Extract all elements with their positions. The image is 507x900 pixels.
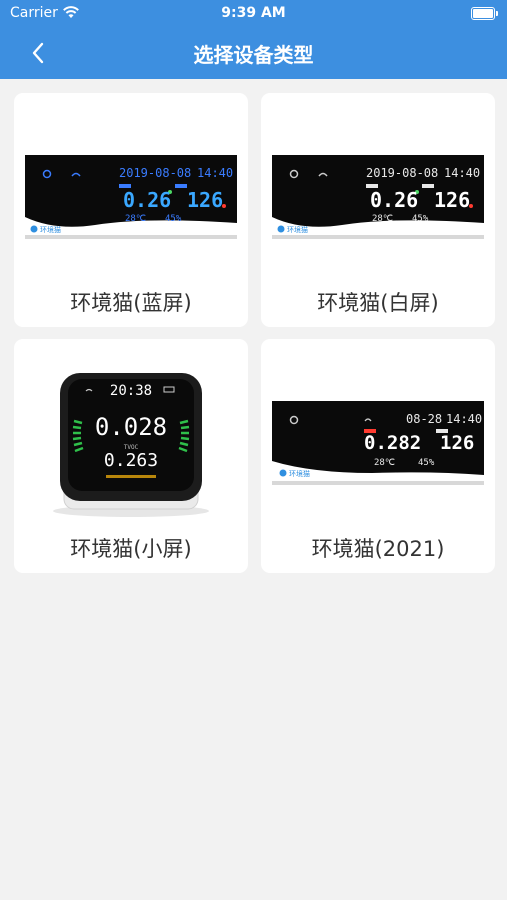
device-label: 环境猫(蓝屏) bbox=[70, 291, 192, 315]
screen-hum: 45% bbox=[412, 214, 429, 224]
screen-date: 08-28 bbox=[406, 412, 442, 426]
screen-pm: 0.26 bbox=[123, 188, 171, 212]
device-image-small-screen: 20:38 0.028 TVOC 0.263 bbox=[53, 373, 209, 517]
screen-temp: 28℃ bbox=[374, 458, 395, 468]
screen-date: 2019-08-08 bbox=[366, 166, 438, 180]
screen-brand: 环境猫 bbox=[40, 225, 61, 234]
device-card-small-screen[interactable]: 20:38 0.028 TVOC 0.263 环境猫(小屏) bbox=[14, 339, 248, 573]
device-label: 环境猫(白屏) bbox=[317, 291, 439, 315]
device-image-2021: 08-28 14:40 0.282 126 28℃ 45% 环境猫 bbox=[272, 401, 484, 485]
page-title: 选择设备类型 bbox=[193, 43, 314, 67]
device-image-blue-screen: 2019-08-08 14:40 0.26 126 28℃ 45% 环境猫 bbox=[25, 155, 237, 239]
screen-clock: 14:40 bbox=[197, 166, 233, 180]
screen-clock: 20:38 bbox=[110, 383, 152, 399]
screen-aqi: 126 bbox=[187, 188, 223, 212]
status-bar: Carrier 9:39 AM bbox=[0, 5, 507, 23]
screen-clock: 14:40 bbox=[446, 412, 482, 426]
screen-hum: 45% bbox=[418, 458, 435, 468]
screen-brand: 环境猫 bbox=[287, 225, 308, 234]
device-card-2021[interactable]: 08-28 14:40 0.282 126 28℃ 45% 环境猫 环境猫(20… bbox=[261, 339, 495, 573]
battery-icon bbox=[471, 7, 498, 20]
screen-aqi: 126 bbox=[434, 188, 470, 212]
screen-date: 2019-08-08 bbox=[119, 166, 191, 180]
screen-tvoc: 0.263 bbox=[104, 450, 158, 471]
device-image-white-screen: 2019-08-08 14:40 0.26 126 28℃ 45% 环境猫 bbox=[272, 155, 484, 239]
device-card-white-screen[interactable]: 2019-08-08 14:40 0.26 126 28℃ 45% 环境猫 环境… bbox=[261, 93, 495, 327]
device-label: 环境猫(2021) bbox=[311, 537, 445, 561]
brand-logo-icon bbox=[279, 469, 287, 477]
brand-logo-icon bbox=[277, 225, 285, 233]
screen-pm: 0.028 bbox=[95, 413, 167, 441]
screen-aqi: 126 bbox=[440, 432, 474, 454]
device-label: 环境猫(小屏) bbox=[70, 537, 192, 561]
nav-bar: Carrier 9:39 AM 选择设备类型 bbox=[0, 0, 507, 79]
screen-clock: 14:40 bbox=[444, 166, 480, 180]
device-card-blue-screen[interactable]: 2019-08-08 14:40 0.26 126 28℃ 45% 环境猫 环境… bbox=[14, 93, 248, 327]
screen-temp: 28℃ bbox=[125, 214, 146, 224]
screen-temp: 28℃ bbox=[372, 214, 393, 224]
brand-logo-icon bbox=[30, 225, 38, 233]
screen-hum: 45% bbox=[165, 214, 182, 224]
screen-pm: 0.282 bbox=[364, 432, 421, 454]
status-time: 9:39 AM bbox=[221, 5, 286, 21]
screen-brand: 环境猫 bbox=[289, 469, 310, 478]
screen-pm: 0.26 bbox=[370, 188, 418, 212]
